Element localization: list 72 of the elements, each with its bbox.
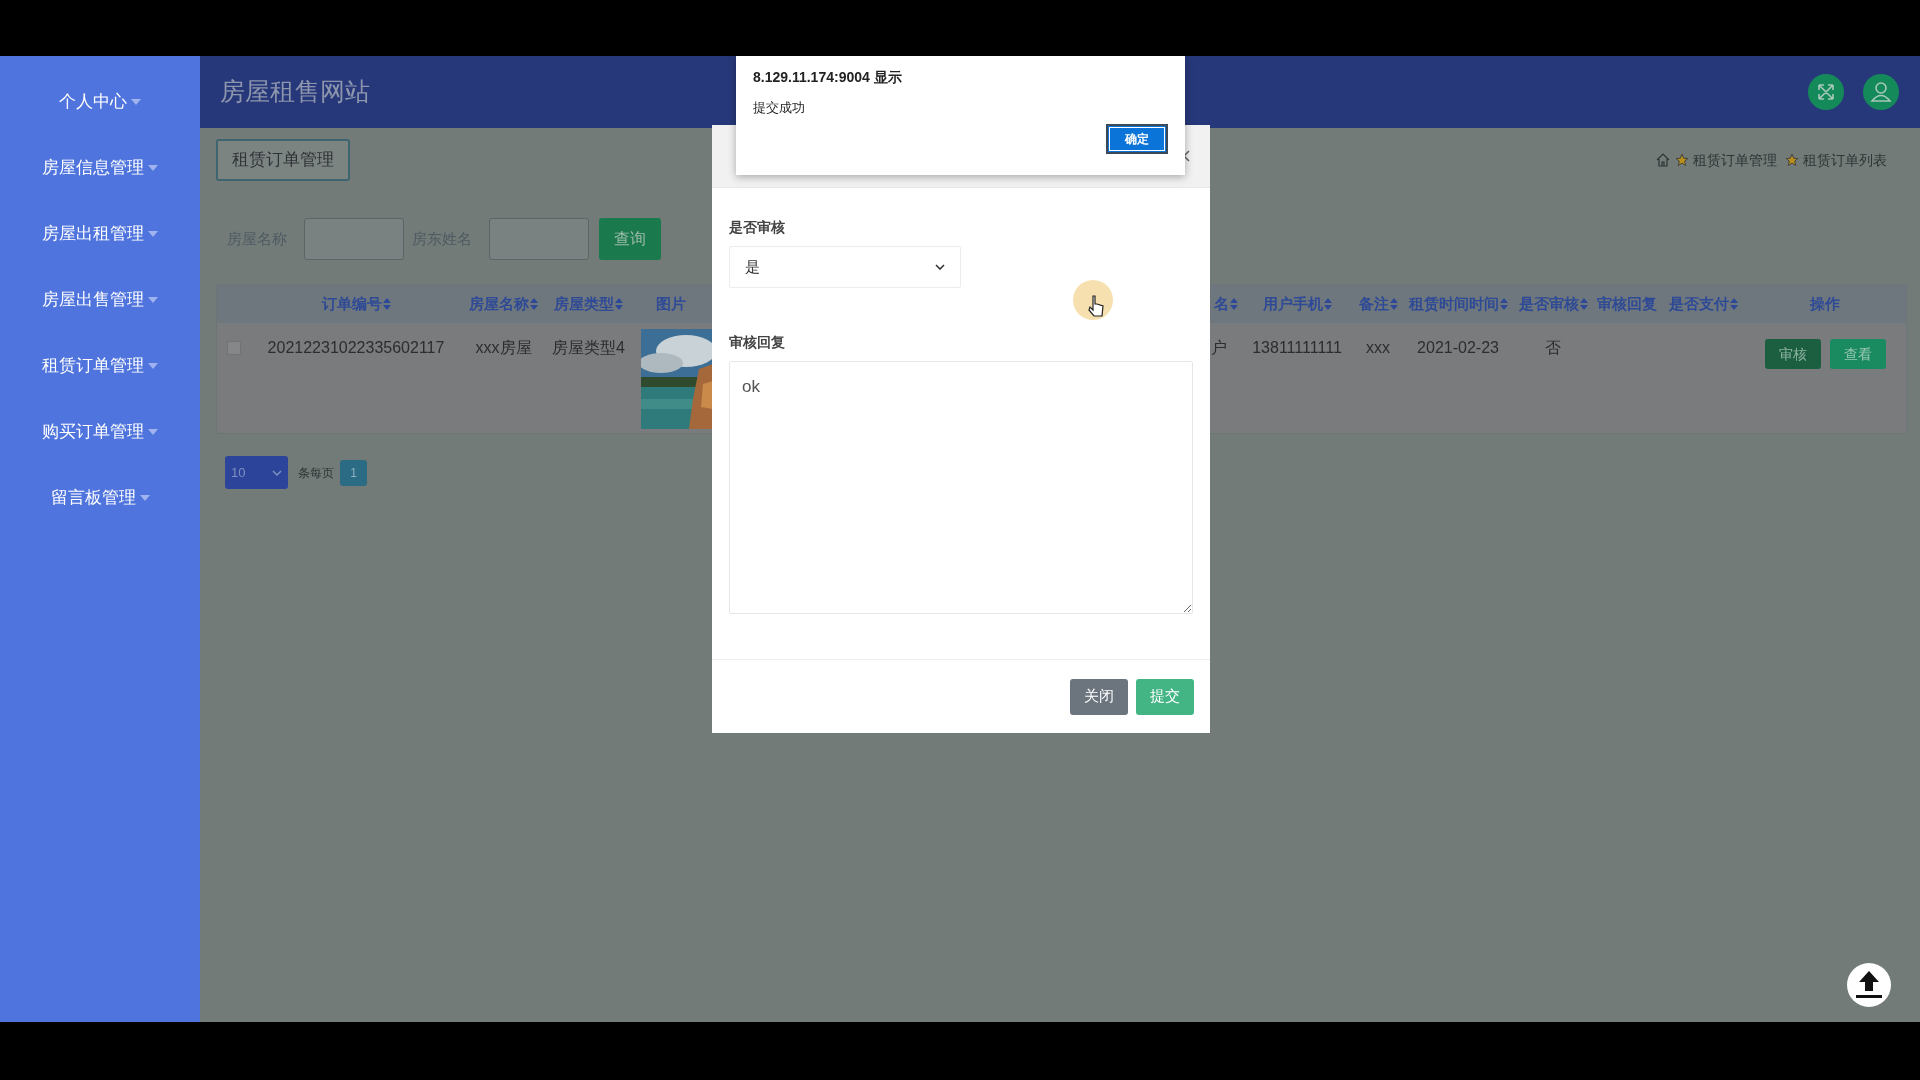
- table-cell-text: 13811111111: [1252, 338, 1342, 358]
- table-cell-text: xxx: [1366, 338, 1390, 358]
- action-button[interactable]: 审核: [1765, 339, 1821, 369]
- sort-icon[interactable]: [1323, 298, 1332, 310]
- sidebar-item[interactable]: 购买订单管理: [42, 419, 144, 445]
- breadcrumb-item[interactable]: 租赁订单管理: [1693, 149, 1777, 171]
- table-cell-text: 2021-02-23: [1417, 338, 1499, 358]
- column-header[interactable]: 审核回复: [1597, 292, 1657, 316]
- sort-icon[interactable]: [1230, 298, 1238, 310]
- page-button[interactable]: 1: [340, 459, 367, 486]
- site-title: 房屋租售网站: [220, 76, 370, 108]
- field-label: 审核回复: [729, 333, 786, 352]
- table-cell-text: 户: [1211, 338, 1227, 358]
- search-button[interactable]: 查询: [599, 218, 661, 260]
- dialog-button[interactable]: 关闭: [1070, 678, 1128, 715]
- dialog-button[interactable]: 提交: [1136, 678, 1194, 715]
- sidebar-item[interactable]: 房屋出租管理: [42, 221, 144, 247]
- review-select[interactable]: 是: [729, 246, 961, 288]
- sidebar-item[interactable]: 个人中心: [59, 89, 127, 115]
- action-button[interactable]: 查看: [1830, 339, 1886, 369]
- breadcrumb-item[interactable]: 租赁订单列表: [1803, 149, 1887, 171]
- caret-icon: [131, 99, 141, 105]
- table-cell-text: 房屋类型4: [552, 338, 625, 358]
- sidebar-item[interactable]: 房屋出售管理: [42, 287, 144, 313]
- ok-button[interactable]: 确定: [1106, 123, 1168, 154]
- back-to-top-icon[interactable]: [1847, 963, 1891, 1007]
- per-page-label: 条每页: [298, 464, 334, 482]
- sidebar-item[interactable]: 留言板管理: [50, 485, 136, 511]
- column-header[interactable]: 名: [1214, 292, 1229, 316]
- reply-field[interactable]: ok: [729, 361, 1193, 614]
- sort-icon[interactable]: [615, 298, 623, 310]
- column-header[interactable]: 租赁时间时间: [1408, 292, 1499, 316]
- search-field[interactable]: [304, 218, 404, 260]
- star-icon: [1675, 153, 1689, 167]
- sidebar-item[interactable]: 租赁订单管理: [42, 353, 144, 379]
- caret-icon: [139, 495, 150, 501]
- chevron-down-icon: [272, 469, 282, 476]
- column-header[interactable]: 用户手机: [1262, 292, 1323, 316]
- column-header[interactable]: 操作: [1809, 292, 1840, 316]
- search-field[interactable]: [489, 218, 589, 260]
- column-header[interactable]: 房屋类型: [554, 292, 614, 316]
- sort-icon[interactable]: [1389, 298, 1398, 310]
- page-size-select[interactable]: 10: [225, 456, 288, 489]
- column-header[interactable]: 房屋名称: [469, 292, 529, 316]
- fullscreen-icon[interactable]: [1808, 74, 1844, 110]
- table-cell-text: 否: [1545, 338, 1561, 358]
- sort-icon[interactable]: [530, 298, 538, 310]
- user-icon[interactable]: [1863, 74, 1899, 110]
- alert-message: 提交成功: [753, 99, 806, 117]
- sort-icon[interactable]: [1579, 298, 1588, 310]
- caret-icon: [148, 165, 158, 171]
- table-cell-text: 20212231022335602117: [267, 338, 445, 358]
- field-label: 是否审核: [729, 218, 786, 237]
- chevron-down-icon: [935, 264, 945, 270]
- alert-title: 8.129.11.174:9004 显示: [753, 68, 903, 87]
- table-cell-text: xxx房屋: [475, 338, 532, 358]
- caret-icon: [148, 231, 158, 237]
- star-icon: [1785, 153, 1799, 167]
- column-header[interactable]: 订单编号: [321, 292, 382, 316]
- caret-icon: [148, 297, 158, 303]
- caret-icon: [148, 363, 158, 369]
- column-header[interactable]: 是否支付: [1668, 292, 1729, 316]
- tab-button[interactable]: 租赁订单管理: [216, 139, 350, 181]
- sort-icon[interactable]: [382, 298, 391, 310]
- sort-icon[interactable]: [1729, 298, 1738, 310]
- column-header[interactable]: 图片: [656, 292, 686, 316]
- home-icon[interactable]: [1655, 152, 1671, 168]
- sidebar-item[interactable]: 房屋信息管理: [42, 155, 144, 181]
- caret-icon: [148, 429, 158, 435]
- column-header[interactable]: 是否审核: [1518, 292, 1579, 316]
- column-header[interactable]: 备注: [1358, 292, 1389, 316]
- sort-icon[interactable]: [1499, 298, 1508, 310]
